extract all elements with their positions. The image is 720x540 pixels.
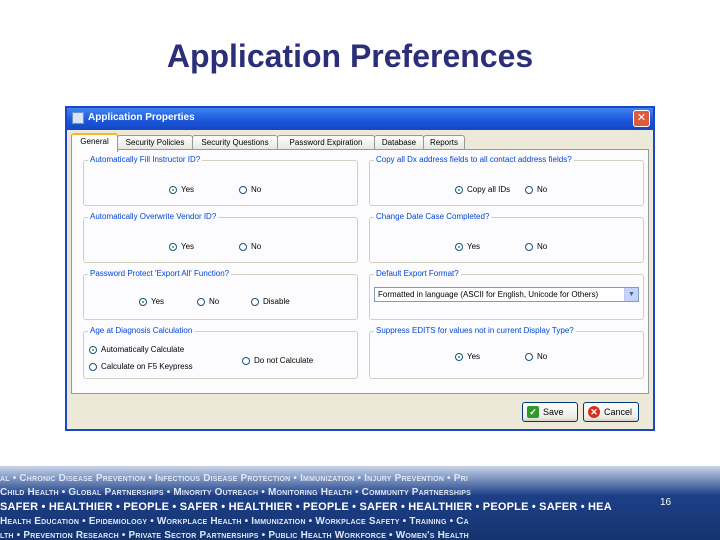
autofill-ids-group: Automatically Fill Instructor ID? Yes No <box>83 155 358 206</box>
default-export-label: Default Export Format? <box>374 269 461 278</box>
tab-security-questions[interactable]: Security Questions <box>192 135 278 150</box>
autofill-no-radio[interactable]: No <box>239 185 261 194</box>
radio-selected-icon <box>89 346 97 354</box>
radio-icon <box>89 363 97 371</box>
banner-line: Child Health • Global Partnerships • Min… <box>0 487 472 498</box>
radio-icon <box>239 186 247 194</box>
radio-icon <box>239 243 247 251</box>
checkmark-icon: ✓ <box>527 406 539 418</box>
autofill-ids-label: Automatically Fill Instructor ID? <box>88 155 203 164</box>
radio-icon <box>251 298 259 306</box>
suppress-edits-label: Suppress EDITS for values not in current… <box>374 326 576 335</box>
cancel-icon: ✕ <box>588 406 600 418</box>
radio-icon <box>525 243 533 251</box>
change-date-group: Change Date Case Completed? Yes No <box>369 212 644 263</box>
autofill-yes-radio[interactable]: Yes <box>169 185 194 194</box>
tab-general[interactable]: General <box>71 133 118 152</box>
overwrite-no-radio[interactable]: No <box>239 242 261 251</box>
default-export-group: Default Export Format? Formatted in lang… <box>369 269 644 320</box>
copy-address-label: Copy all Dx address fields to all contac… <box>374 155 574 164</box>
slide-title: Application Preferences <box>166 38 534 74</box>
change-date-yes-radio[interactable]: Yes <box>455 242 480 251</box>
copy-address-group: Copy all Dx address fields to all contac… <box>369 155 644 206</box>
banner-line: Health Education • Epidemiology • Workpl… <box>0 516 469 527</box>
change-date-no-radio[interactable]: No <box>525 242 547 251</box>
radio-selected-icon <box>455 243 463 251</box>
radio-selected-icon <box>455 186 463 194</box>
overwrite-vendor-group: Automatically Overwrite Vendor ID? Yes N… <box>83 212 358 263</box>
chevron-down-icon[interactable]: ▼ <box>624 288 638 301</box>
copy-all-radio[interactable]: Copy all IDs <box>455 185 510 194</box>
radio-selected-icon <box>169 186 177 194</box>
age-f5-radio[interactable]: Calculate on F5 Keypress <box>89 362 193 371</box>
radio-icon <box>197 298 205 306</box>
default-export-value: Formatted in language (ASCII for English… <box>378 290 599 299</box>
tab-reports[interactable]: Reports <box>423 135 465 150</box>
radio-icon <box>525 353 533 361</box>
password-disable-radio[interactable]: Disable <box>251 297 290 306</box>
tab-security-policies[interactable]: Security Policies <box>117 135 193 150</box>
change-date-label: Change Date Case Completed? <box>374 212 492 221</box>
default-export-select[interactable]: Formatted in language (ASCII for English… <box>374 287 639 302</box>
suppress-edits-group: Suppress EDITS for values not in current… <box>369 326 644 379</box>
banner-line: SAFER • HEALTHIER • PEOPLE • SAFER • HEA… <box>0 501 612 513</box>
tab-database[interactable]: Database <box>374 135 424 150</box>
banner-line: lth • Prevention Research • Private Sect… <box>0 530 469 540</box>
overwrite-yes-radio[interactable]: Yes <box>169 242 194 251</box>
copy-no-radio[interactable]: No <box>525 185 547 194</box>
save-button[interactable]: ✓ Save <box>522 402 578 422</box>
suppress-yes-radio[interactable]: Yes <box>455 352 480 361</box>
suppress-no-radio[interactable]: No <box>525 352 547 361</box>
radio-icon <box>242 357 250 365</box>
radio-selected-icon <box>139 298 147 306</box>
password-yes-radio[interactable]: Yes <box>139 297 164 306</box>
tab-password-expiration[interactable]: Password Expiration <box>277 135 375 150</box>
radio-icon <box>525 186 533 194</box>
overwrite-vendor-label: Automatically Overwrite Vendor ID? <box>88 212 219 221</box>
radio-selected-icon <box>455 353 463 361</box>
age-calc-group: Age at Diagnosis Calculation Automatical… <box>83 326 358 379</box>
close-icon[interactable]: ✕ <box>633 110 650 127</box>
age-calc-label: Age at Diagnosis Calculation <box>88 326 195 335</box>
application-properties-dialog: Application Properties ✕ General Securit… <box>65 106 655 431</box>
footer-banner: al • Chronic Disease Prevention • Infect… <box>0 466 720 540</box>
page-number: 16 <box>660 497 672 508</box>
radio-selected-icon <box>169 243 177 251</box>
password-export-group: Password Protect 'Export All' Function? … <box>83 269 358 320</box>
age-auto-radio[interactable]: Automatically Calculate <box>89 345 184 354</box>
banner-line: al • Chronic Disease Prevention • Infect… <box>0 473 469 484</box>
age-none-radio[interactable]: Do not Calculate <box>242 356 313 365</box>
password-export-label: Password Protect 'Export All' Function? <box>88 269 232 278</box>
app-icon <box>72 112 84 124</box>
dialog-title: Application Properties <box>88 112 195 123</box>
password-no-radio[interactable]: No <box>197 297 219 306</box>
cancel-button[interactable]: ✕ Cancel <box>583 402 639 422</box>
general-panel: Automatically Fill Instructor ID? Yes No… <box>71 149 649 394</box>
dialog-titlebar[interactable]: Application Properties ✕ <box>67 108 653 130</box>
